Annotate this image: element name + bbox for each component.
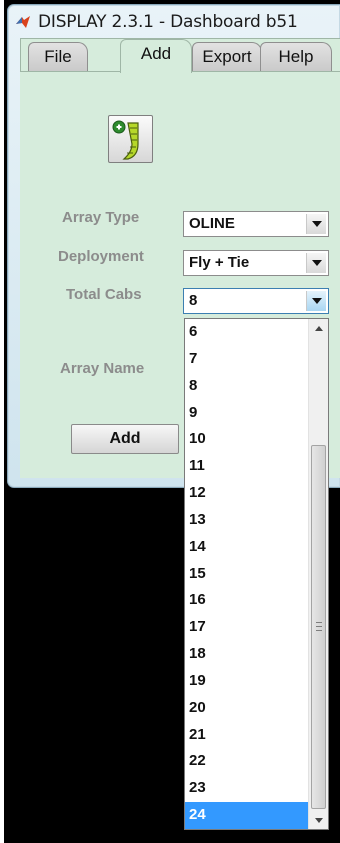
- dropdown-option[interactable]: 22: [185, 748, 309, 775]
- tab-export[interactable]: Export: [192, 42, 262, 72]
- vertical-scrollbar[interactable]: [308, 319, 328, 829]
- scrollbar-thumb[interactable]: [311, 445, 326, 809]
- dropdown-option[interactable]: 11: [185, 453, 309, 480]
- dropdown-option[interactable]: 10: [185, 426, 309, 453]
- array-type-value: OLINE: [189, 215, 235, 232]
- tab-file[interactable]: File: [28, 42, 88, 72]
- grip-icon: [316, 622, 322, 631]
- dropdown-option[interactable]: 18: [185, 641, 309, 668]
- dropdown-option[interactable]: 21: [185, 722, 309, 749]
- dropdown-options: 6 7 8 9 10 11 12 13 14 15 16 17 18 19 20 21 22 23 24: [185, 319, 309, 829]
- total-cabs-label: Total Cabs: [66, 286, 142, 303]
- chevron-down-icon[interactable]: [306, 214, 326, 234]
- deployment-label: Deployment: [58, 248, 144, 265]
- chevron-down-icon[interactable]: [306, 291, 326, 311]
- array-type-label: Array Type: [62, 209, 140, 226]
- dropdown-option[interactable]: 23: [185, 775, 309, 802]
- deployment-select[interactable]: Fly + Tie: [183, 250, 329, 276]
- dropdown-option[interactable]: 17: [185, 614, 309, 641]
- scroll-up-icon[interactable]: [309, 319, 328, 337]
- dropdown-option[interactable]: 24: [185, 802, 309, 829]
- total-cabs-dropdown: 6 7 8 9 10 11 12 13 14 15 16 17 18 19 20 21 22 23 24: [184, 318, 329, 830]
- dropdown-option[interactable]: 20: [185, 695, 309, 722]
- window-title: DISPLAY 2.3.1 - Dashboard b51: [38, 11, 298, 32]
- tab-add[interactable]: Add: [120, 39, 192, 73]
- dropdown-option[interactable]: 12: [185, 480, 309, 507]
- total-cabs-select[interactable]: 8: [183, 288, 329, 314]
- loudspeaker-array-add-icon: [112, 120, 139, 160]
- add-button[interactable]: Add: [71, 424, 179, 454]
- dropdown-option[interactable]: 19: [185, 668, 309, 695]
- array-name-label: Array Name: [60, 360, 145, 377]
- dropdown-option[interactable]: 13: [185, 507, 309, 534]
- deployment-value: Fly + Tie: [189, 254, 250, 271]
- dropdown-option[interactable]: 15: [185, 561, 309, 588]
- title-bar[interactable]: DISPLAY 2.3.1 - Dashboard b51: [8, 5, 340, 38]
- dropdown-option[interactable]: 7: [185, 346, 309, 373]
- dropdown-option[interactable]: 16: [185, 587, 309, 614]
- total-cabs-value: 8: [189, 292, 198, 309]
- matlab-logo-icon: [16, 16, 30, 28]
- array-type-select[interactable]: OLINE: [183, 211, 329, 237]
- dropdown-option[interactable]: 14: [185, 534, 309, 561]
- add-array-icon-button[interactable]: [108, 115, 153, 163]
- dropdown-option[interactable]: 6: [185, 319, 309, 346]
- menu-tabs: File Export Help Add: [20, 38, 340, 73]
- chevron-down-icon[interactable]: [306, 253, 326, 273]
- scroll-down-icon[interactable]: [309, 811, 328, 829]
- dropdown-option[interactable]: 8: [185, 373, 309, 400]
- tab-help[interactable]: Help: [260, 42, 332, 72]
- dropdown-option[interactable]: 9: [185, 400, 309, 427]
